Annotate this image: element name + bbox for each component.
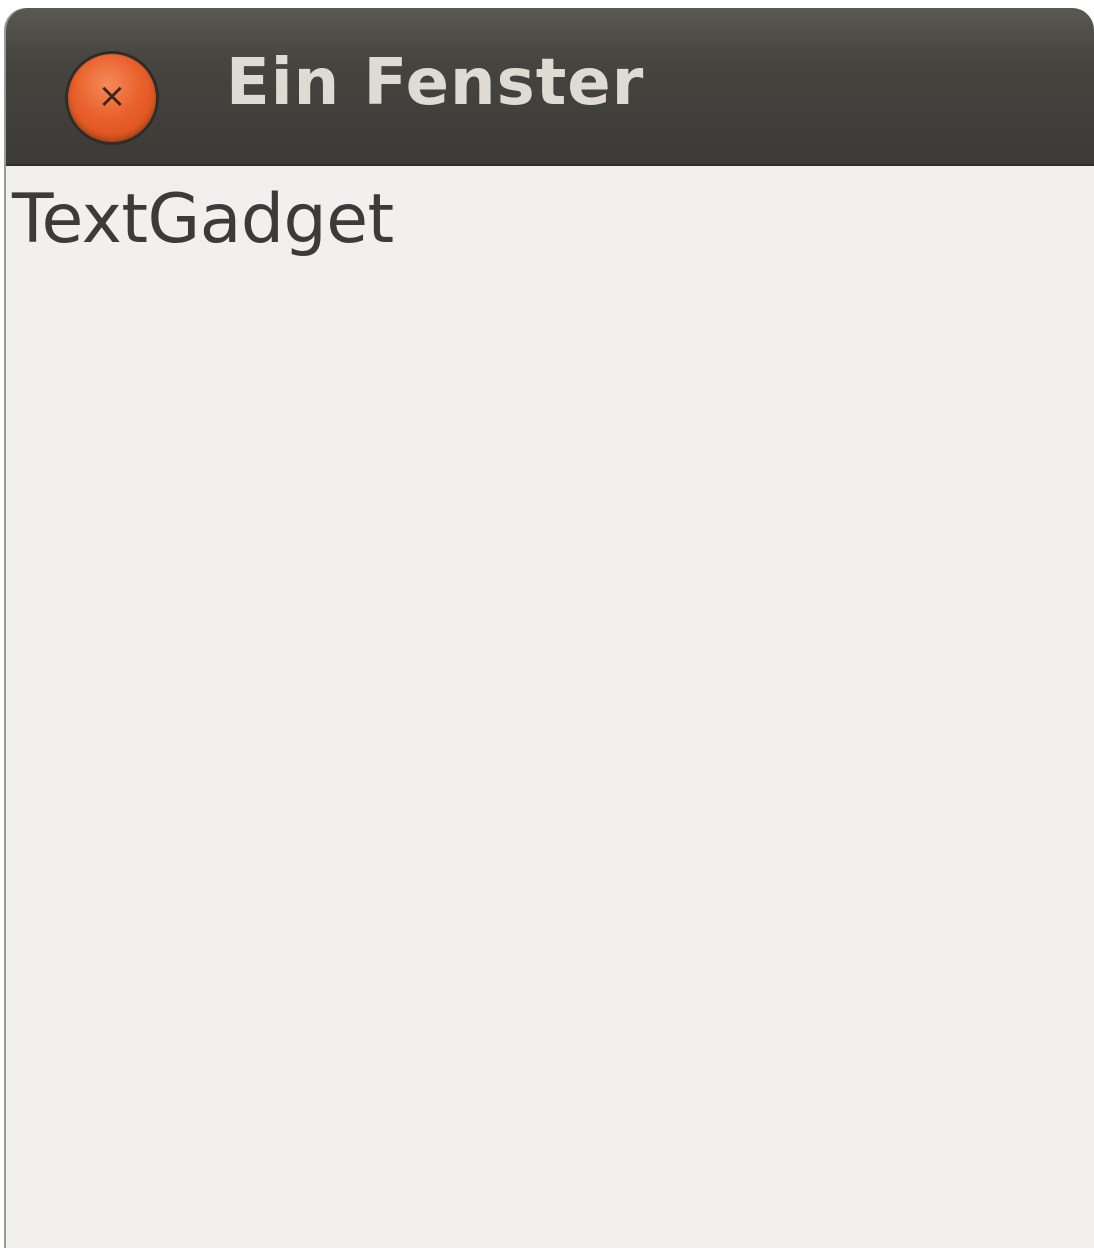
app-window: × Ein Fenster TextGadget [6,8,1094,1248]
close-icon: × [97,76,127,116]
title-bar[interactable]: × Ein Fenster [6,8,1094,166]
window-content: TextGadget [6,166,1094,1248]
close-button[interactable]: × [68,54,156,142]
text-gadget: TextGadget [12,180,394,259]
window-title: Ein Fenster [226,46,645,120]
